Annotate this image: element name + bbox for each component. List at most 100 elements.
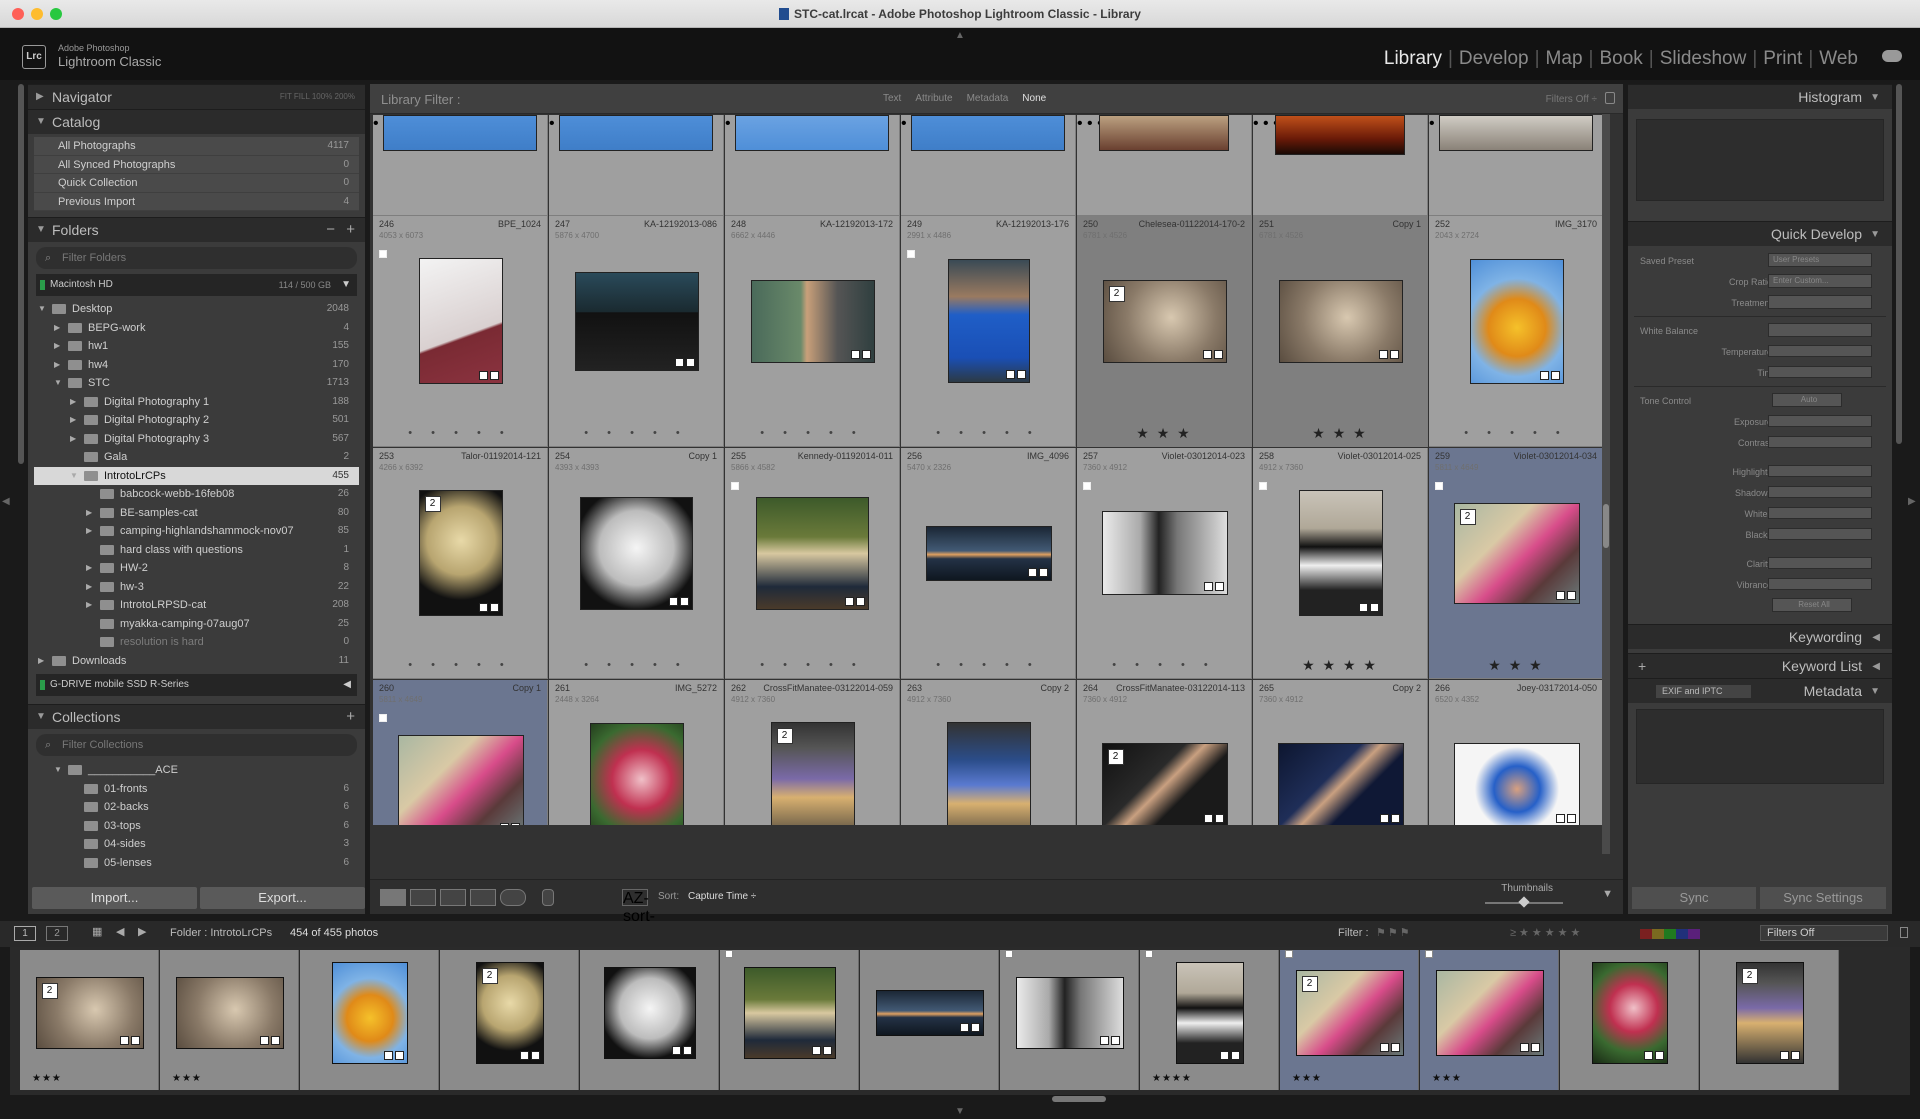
shadows-steppers[interactable] xyxy=(1768,486,1872,498)
filmstrip-thumbnail[interactable]: 2 xyxy=(35,977,144,1049)
catalog-header[interactable]: ▼ Catalog xyxy=(28,109,365,134)
filmstrip-cell[interactable]: 2 ★★★ xyxy=(20,950,159,1090)
whites-steppers[interactable] xyxy=(1768,507,1872,519)
flag-icon[interactable] xyxy=(1005,950,1013,958)
grid-cell[interactable]: 265Copy 27360 x 4912• • • • • xyxy=(1253,680,1428,825)
folder-item[interactable]: ▼ Desktop 2048 xyxy=(34,300,359,319)
disclosure-closed-icon[interactable]: ▶ xyxy=(70,430,76,448)
rating-dots[interactable]: • • • • • xyxy=(549,427,723,439)
filmstrip-scroll-thumb[interactable] xyxy=(1052,1096,1106,1102)
grid-cell[interactable]: 259 Violet-03012014-034 5811 x 4649 2 ★ ★ ★ xyxy=(1429,448,1604,679)
grid-cell[interactable]: 251 Copy 1 6781 x 4526 ★ ★ ★ xyxy=(1253,216,1428,447)
filmstrip-thumbnail[interactable] xyxy=(175,977,284,1049)
module-book[interactable]: Book xyxy=(1599,48,1642,69)
keyword-list-header[interactable]: + Keyword List ◀ xyxy=(1628,653,1892,678)
filmstrip-thumbnail[interactable]: 2 xyxy=(1735,962,1804,1064)
lock-icon[interactable] xyxy=(1605,92,1615,104)
grid-icon[interactable]: ▦ xyxy=(92,925,102,938)
filmstrip-cell[interactable]: 2 xyxy=(1700,950,1839,1090)
left-panel-scrollbar[interactable] xyxy=(18,84,24,464)
left-panel-toggle-icon[interactable]: ◀ xyxy=(2,496,10,507)
lock-icon[interactable] xyxy=(1900,927,1908,938)
photo-count[interactable]: 454 of 455 photos xyxy=(290,927,378,939)
photo-thumbnail[interactable] xyxy=(946,722,1031,825)
disclosure-closed-icon[interactable]: ▶ xyxy=(54,337,60,355)
grid-cell[interactable]: 252 IMG_3170 2043 x 2724 • • • • • xyxy=(1429,216,1604,447)
add-folder-button[interactable]: + xyxy=(346,218,355,242)
stack-count-badge[interactable]: 2 xyxy=(41,983,58,999)
survey-view-icon[interactable] xyxy=(470,889,496,906)
add-keyword-button[interactable]: + xyxy=(1638,654,1646,679)
badge-icons[interactable] xyxy=(1555,814,1576,823)
photo-thumbnail[interactable] xyxy=(574,271,699,371)
badge-icons[interactable] xyxy=(1379,814,1400,823)
reset-all-button[interactable]: Reset All xyxy=(1772,598,1852,612)
badge-icons[interactable] xyxy=(1519,1043,1540,1052)
badge-icons[interactable] xyxy=(1099,1036,1120,1045)
disclosure-closed-icon[interactable]: ▶ xyxy=(86,559,92,577)
folder-item[interactable]: ▶ hw4 170 xyxy=(34,356,359,375)
disclosure-closed-icon[interactable]: ▶ xyxy=(70,393,76,411)
temperature-steppers[interactable] xyxy=(1768,345,1872,357)
flag-icon[interactable] xyxy=(379,714,387,722)
star-rating[interactable]: ★★★ xyxy=(1292,1073,1322,1084)
filmstrip-cell[interactable] xyxy=(580,950,719,1090)
volume-g-drive[interactable]: G-DRIVE mobile SSD R-Series ◀ xyxy=(36,674,357,696)
filmstrip-cell[interactable] xyxy=(1560,950,1699,1090)
rating-dots[interactable]: • • • • • xyxy=(725,427,899,439)
top-panel-toggle-icon[interactable]: ▲ xyxy=(955,30,965,41)
photo-thumbnail[interactable] xyxy=(1277,743,1404,825)
grid-cell[interactable]: • • • • • xyxy=(901,115,1076,216)
badge-icons[interactable] xyxy=(478,371,499,380)
module-print[interactable]: Print xyxy=(1763,48,1802,69)
grid-scrollbar[interactable] xyxy=(1602,114,1610,854)
stack-count-badge[interactable]: 2 xyxy=(776,728,793,744)
disclosure-closed-icon[interactable]: ▶ xyxy=(70,411,76,429)
flag-icon[interactable] xyxy=(1259,482,1267,490)
rating-dots[interactable]: • • • • • xyxy=(549,659,723,671)
grid-cell[interactable]: • • • • • xyxy=(1253,115,1428,216)
sort-dropdown[interactable]: Capture Time ÷ xyxy=(688,891,756,902)
folder-item[interactable]: ▶ BEPG-work 4 xyxy=(34,319,359,338)
badge-icons[interactable] xyxy=(478,603,499,612)
right-panel-toggle-icon[interactable]: ▶ xyxy=(1908,496,1916,507)
filmstrip-thumbnail[interactable] xyxy=(1435,970,1544,1056)
folder-item[interactable]: ▶ BE-samples-cat 80 xyxy=(34,504,359,523)
disclosure-open-icon[interactable]: ▼ xyxy=(54,374,62,392)
grid-cell[interactable]: 261IMG_52722448 x 3264• • • • • xyxy=(549,680,724,825)
filmstrip-cell[interactable] xyxy=(720,950,859,1090)
star-rating[interactable]: ★★★ xyxy=(32,1073,62,1084)
grid-cell[interactable]: 250 Chelesea-01122014-170-2 6781 x 4526 2 ★ … xyxy=(1077,216,1252,447)
badge-icons[interactable] xyxy=(259,1036,280,1045)
folder-item[interactable]: ▶ Digital Photography 2 501 xyxy=(34,411,359,430)
grid-cell[interactable]: • • • • • xyxy=(1077,115,1252,216)
contrast-steppers[interactable] xyxy=(1768,436,1872,448)
catalog-item[interactable]: All Synced Photographs 0 xyxy=(34,155,359,174)
rating-dots[interactable]: • • • • • xyxy=(901,427,1075,439)
catalog-item[interactable]: Previous Import 4 xyxy=(34,192,359,211)
collection-item[interactable]: 01-fronts 6 xyxy=(34,780,359,799)
folder-item[interactable]: babcock-webb-16feb08 26 xyxy=(34,485,359,504)
photo-thumbnail[interactable] xyxy=(559,115,713,151)
folder-item[interactable]: ▶ HW-2 8 xyxy=(34,559,359,578)
forward-arrow-icon[interactable]: ▶ xyxy=(138,925,146,938)
folders-header[interactable]: ▼ Folders − + xyxy=(28,217,365,242)
thumbnail-size-slider[interactable] xyxy=(1485,896,1563,908)
photo-thumbnail[interactable] xyxy=(750,279,875,363)
secondary-window-button[interactable]: 2 xyxy=(46,926,68,941)
crop-ratio-dropdown[interactable]: Enter Custom... xyxy=(1768,274,1872,288)
folder-item[interactable]: hard class with questions 1 xyxy=(34,541,359,560)
photo-thumbnail[interactable] xyxy=(580,496,693,610)
folder-item[interactable]: ▶ hw-3 22 xyxy=(34,578,359,597)
exposure-steppers[interactable] xyxy=(1768,415,1872,427)
photo-thumbnail[interactable]: 2 xyxy=(418,490,503,616)
filter-tab-none[interactable]: None xyxy=(1022,93,1046,104)
treatment-dropdown[interactable] xyxy=(1768,295,1872,309)
grid-cell[interactable]: 258 Violet-03012014-025 4912 x 7360 ★ ★ ★ ★ xyxy=(1253,448,1428,679)
stack-count-badge[interactable]: 2 xyxy=(481,968,498,984)
collection-item[interactable]: ▼ ___________ACE xyxy=(34,761,359,780)
badge-icons[interactable] xyxy=(499,822,520,825)
folder-item[interactable]: ▼ STC 1713 xyxy=(34,374,359,393)
folder-item[interactable]: resolution is hard 0 xyxy=(34,633,359,652)
grid-cell[interactable]: 247 KA-12192013-086 5876 x 4700 • • • • • xyxy=(549,216,724,447)
